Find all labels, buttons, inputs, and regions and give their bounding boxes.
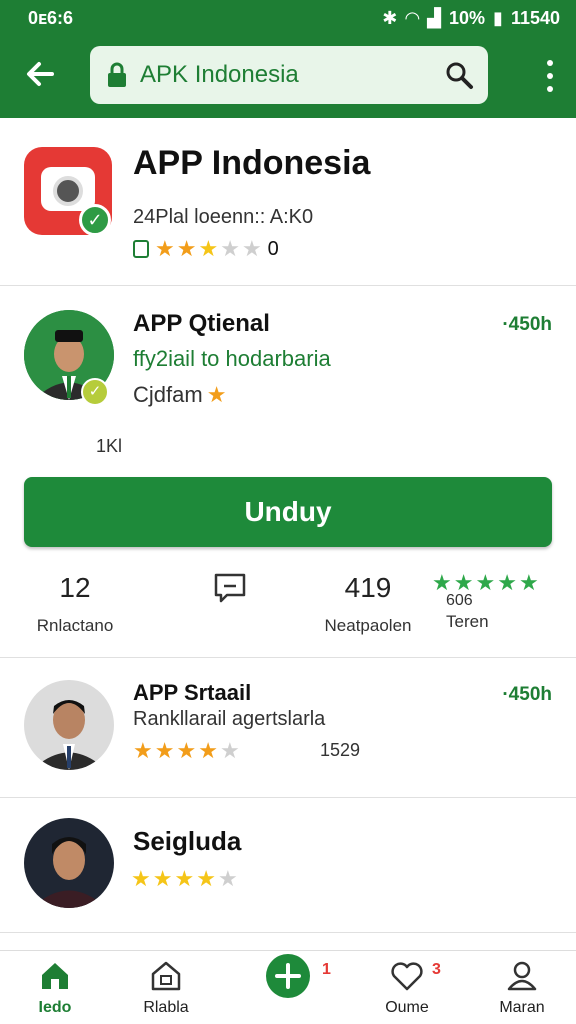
featured-meta-row: Cjdfam ★: [133, 382, 226, 408]
app-title: APP Indonesia: [133, 144, 371, 182]
list-item-meta: 1529: [320, 740, 361, 760]
home-icon: [5, 959, 105, 993]
star-rating: ★ ★ ★ ★ ★: [131, 866, 238, 891]
stat-item[interactable]: [165, 570, 295, 606]
battery-icon: ▮: [493, 7, 503, 28]
notification-badge: 1: [322, 961, 331, 978]
app-subtitle: 24Plal loeenn:: A:K0: [133, 206, 314, 228]
star-rating: ★ ★ ★ ★ ★: [155, 236, 262, 261]
list-item[interactable]: APP Srtaail ·450h Rankllarail agertslarl…: [0, 658, 576, 796]
status-time-right: 11540: [510, 7, 560, 28]
stat-label: Neatpaolen: [324, 616, 412, 635]
person-icon: [472, 959, 572, 993]
list-item-title: APP Srtaail: [133, 680, 252, 705]
list-item-description: Rankllarail agertslarla: [133, 708, 326, 730]
featured-title: APP Qtienal: [133, 310, 270, 337]
wifi-icon: ◠: [405, 7, 420, 28]
featured-time: ·450h: [502, 314, 552, 335]
list-item-time: ·450h: [502, 684, 552, 705]
stat-item[interactable]: 12 Rnlactano: [10, 570, 140, 636]
nav-label: Iedo: [38, 999, 72, 1016]
app-header: ✓ APP Indonesia 24Plal loeenn:: A:K0 ★ ★ ★…: [0, 130, 576, 280]
status-bar: 0ᴇ6:6 ✱ ◠ ▟ 10% ▮ 11540: [0, 0, 576, 36]
comment-icon: [165, 570, 295, 606]
download-button[interactable]: Unduy: [24, 477, 552, 547]
nav-label: Oume: [385, 999, 429, 1016]
back-arrow-icon[interactable]: [22, 56, 58, 92]
stat-label: Rnlactano: [36, 616, 114, 635]
search-icon[interactable]: [444, 60, 474, 90]
nav-label: Maran: [499, 999, 545, 1016]
verified-check-icon: ✓: [81, 378, 109, 406]
five-stars: ★ ★ ★ ★ ★: [432, 570, 539, 595]
search-bar[interactable]: APK Indonesia: [90, 46, 488, 104]
featured-small-label: 1Kl: [96, 436, 123, 456]
star-icon: ★: [206, 382, 227, 407]
nav-label: Rlabla: [143, 999, 189, 1016]
notification-badge: 3: [432, 961, 441, 978]
stats-row: 12 Rnlactano 419 Neatpaolen ★ ★ ★ ★ ★ 606 Te…: [0, 570, 576, 650]
list-item-title: Seigluda: [133, 826, 242, 856]
nav-favorites[interactable]: Oume: [357, 959, 457, 1017]
featured-description: ffy2iail to hodarbaria: [133, 346, 331, 371]
rating-count: 0: [267, 237, 279, 260]
nav-home[interactable]: Iedo: [5, 959, 105, 1017]
heart-icon: [357, 959, 457, 993]
featured-item[interactable]: ✓ APP Qtienal ·450h ffy2iail to hodarbar…: [0, 286, 576, 466]
lock-icon: [133, 240, 149, 258]
stat-item[interactable]: 419 Neatpaolen: [303, 570, 433, 636]
divider: [0, 932, 576, 933]
stat-item[interactable]: ★ ★ ★ ★ ★ 606 Teren: [432, 570, 562, 632]
lock-icon: [104, 62, 130, 88]
app-rating-row: ★ ★ ★ ★ ★ 0: [133, 236, 279, 262]
store-icon: [116, 959, 216, 993]
avatar: [24, 818, 114, 908]
featured-meta: Cjdfam: [133, 382, 203, 407]
overflow-menu-icon[interactable]: [544, 60, 556, 92]
nav-profile[interactable]: Maran: [472, 959, 572, 1017]
signal-icon: ▟: [427, 7, 441, 28]
stat-value: 12: [59, 572, 91, 603]
list-item[interactable]: Seigluda ★ ★ ★ ★ ★: [0, 798, 576, 932]
search-input[interactable]: APK Indonesia: [140, 61, 444, 89]
stat-label: Teren: [446, 612, 489, 631]
stat-value: 419: [344, 572, 392, 603]
bluetooth-icon: ✱: [382, 7, 398, 28]
star-rating: ★ ★ ★ ★ ★: [133, 738, 240, 763]
nav-store[interactable]: Rlabla: [116, 959, 216, 1017]
app-bar: APK Indonesia: [0, 36, 576, 118]
verified-check-icon: ✓: [79, 204, 111, 236]
avatar: [24, 680, 114, 770]
bottom-navigation: Iedo Rlabla 1 Oume 3 Maran: [0, 950, 576, 1024]
status-time-left: 0ᴇ6:6: [28, 7, 74, 28]
battery-percent: 10%: [449, 7, 486, 28]
